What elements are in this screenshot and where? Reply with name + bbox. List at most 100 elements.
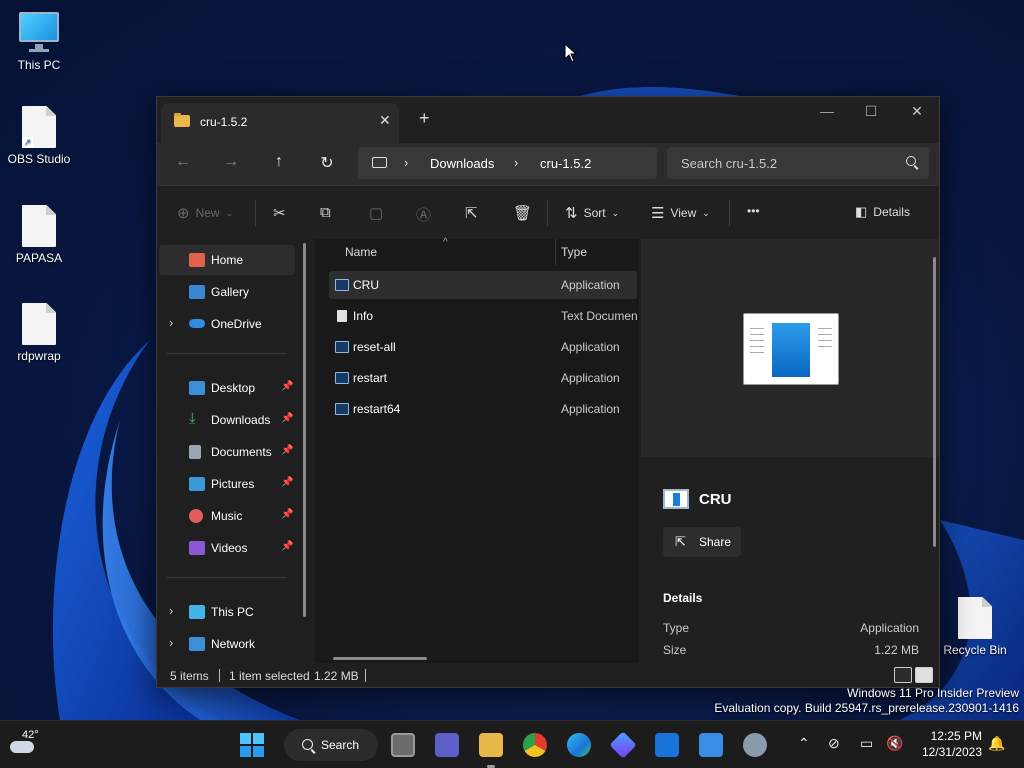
cut-button[interactable]: ✂	[273, 204, 286, 222]
desktop-icon-obs-studio[interactable]: ↗ OBS Studio	[0, 106, 79, 166]
clock-date: 12/31/2023	[921, 745, 982, 759]
share-button[interactable]: ⇱	[465, 204, 478, 222]
horizontal-scrollbar[interactable]	[333, 657, 427, 660]
sidebar-item-home[interactable]: Home	[159, 245, 295, 275]
file-list: ^ Name Type CRU Application Info Text Do…	[315, 237, 639, 663]
up-button[interactable]: ↑	[267, 153, 291, 171]
breadcrumb-downloads[interactable]: Downloads	[430, 156, 494, 171]
sidebar-item-onedrive[interactable]: › OneDrive	[159, 309, 295, 339]
nav-pane-scrollbar[interactable]	[303, 243, 306, 617]
monitor-icon	[17, 10, 61, 54]
back-button[interactable]: ←	[171, 153, 195, 171]
file-icon	[22, 303, 56, 345]
refresh-button[interactable]: ↻	[315, 153, 339, 173]
file-row-restart64[interactable]: restart64 Application	[329, 395, 637, 423]
show-hidden-icons-chevron-up-icon[interactable]: ⌃	[798, 735, 810, 752]
sidebar-item-documents[interactable]: Documents 📌	[159, 437, 295, 467]
chevron-down-icon: ⌄	[225, 207, 234, 218]
status-bar: 5 items 1 item selected 1.22 MB	[157, 663, 939, 687]
file-explorer-taskbar-icon[interactable]	[479, 733, 503, 757]
app-icon	[335, 372, 349, 384]
taskbar-search-button[interactable]: Search	[284, 729, 378, 761]
desktop-icon-label: OBS Studio	[7, 152, 71, 166]
sidebar-item-pictures[interactable]: Pictures 📌	[159, 469, 295, 499]
sort-button[interactable]: ⇅ Sort ⌄	[565, 204, 619, 222]
selection-size: 1.22 MB	[314, 669, 359, 683]
sidebar-item-this-pc[interactable]: › This PC	[159, 597, 295, 627]
sidebar-item-downloads[interactable]: ⤓ Downloads 📌	[159, 405, 295, 435]
paste-button[interactable]: ▢	[369, 204, 383, 222]
start-button[interactable]	[240, 733, 264, 757]
sidebar-item-network[interactable]: › Network	[159, 629, 295, 659]
sidebar-item-videos[interactable]: Videos 📌	[159, 533, 295, 563]
tab-cru[interactable]: cru-1.5.2 ✕	[161, 103, 399, 143]
task-view-icon[interactable]	[391, 733, 415, 757]
copy-button[interactable]: ⧉	[320, 204, 331, 221]
pin-icon: 📌	[281, 445, 294, 456]
clipboard-icon: ▢	[369, 205, 384, 222]
close-tab-button[interactable]: ✕	[379, 112, 391, 129]
settings-gear-icon[interactable]	[743, 733, 767, 757]
breadcrumb-cru[interactable]: cru-1.5.2	[540, 156, 591, 171]
rename-button[interactable]: Ⓐ	[416, 204, 431, 225]
address-bar[interactable]: › Downloads › cru-1.5.2	[358, 147, 657, 179]
pin-icon: 📌	[281, 477, 294, 488]
details-view-button[interactable]	[894, 667, 912, 683]
file-row-restart[interactable]: restart Application	[329, 364, 637, 392]
microsoft-store-icon[interactable]	[699, 733, 723, 757]
column-header-name[interactable]: Name	[345, 245, 377, 259]
details-title: CRU	[663, 489, 732, 509]
notification-bell-icon[interactable]: 🔔	[988, 735, 1005, 752]
search-placeholder: Search cru-1.5.2	[681, 156, 778, 171]
sidebar-item-music[interactable]: Music 📌	[159, 501, 295, 531]
maximize-button[interactable]: ☐	[851, 103, 891, 120]
chevron-right-icon: ›	[514, 155, 519, 170]
volume-muted-icon[interactable]: 🔇	[886, 735, 903, 752]
share-icon: ⇱	[465, 205, 478, 222]
file-row-info[interactable]: Info Text Documen	[329, 302, 638, 330]
view-list-icon: ☰	[651, 205, 665, 222]
search-label: Search	[321, 738, 360, 752]
close-window-button[interactable]: ✕	[897, 103, 937, 120]
forward-button[interactable]: →	[219, 153, 243, 171]
file-row-reset-all[interactable]: reset-all Application	[329, 333, 637, 361]
chevron-down-icon: ⌄	[611, 207, 620, 218]
taskbar: 42° Search ⌃ ⊘ ▭ 🔇 12:25 PM 12/31/2023 🔔	[0, 720, 1024, 768]
desktop-icon-this-pc[interactable]: This PC	[0, 10, 79, 72]
file-row-cru[interactable]: CRU Application	[329, 271, 637, 299]
details-pane-button[interactable]: ◧ Details	[855, 204, 910, 220]
file-name: Info	[353, 309, 374, 323]
clock-time: 12:25 PM	[930, 729, 982, 743]
minimize-button[interactable]: —	[807, 103, 847, 119]
copilot-icon[interactable]	[609, 731, 637, 759]
new-tab-button[interactable]: +	[419, 109, 430, 127]
system-clock[interactable]: 12:25 PM 12/31/2023	[902, 729, 982, 759]
chrome-icon[interactable]	[523, 733, 547, 757]
view-button[interactable]: ☰ View ⌄	[651, 204, 710, 222]
teams-icon[interactable]	[435, 733, 459, 757]
edge-icon[interactable]	[567, 733, 591, 757]
sidebar-item-label: Pictures	[211, 477, 255, 491]
plus-circle-icon: ⊕	[177, 205, 190, 222]
desktop-icon	[189, 381, 205, 395]
sidebar-item-desktop[interactable]: Desktop 📌	[159, 373, 295, 403]
desktop-icon-rdpwrap[interactable]: rdpwrap	[0, 303, 79, 363]
search-box[interactable]: Search cru-1.5.2	[667, 147, 929, 179]
more-options-button[interactable]: •••	[747, 204, 760, 218]
details-pane-icon: ◧	[855, 204, 868, 219]
column-header-type[interactable]: Type	[561, 245, 587, 259]
desktop-icon-recycle-bin[interactable]: Recycle Bin	[935, 597, 1015, 657]
mail-icon[interactable]	[655, 733, 679, 757]
delete-button[interactable]: 🗑	[513, 204, 532, 222]
download-icon: ⤓	[189, 410, 196, 427]
details-scrollbar[interactable]	[933, 257, 936, 547]
display-icon[interactable]: ▭	[860, 735, 873, 752]
new-button[interactable]: ⊕ New ⌄	[177, 204, 233, 222]
column-separator[interactable]	[555, 239, 556, 265]
sidebar-item-gallery[interactable]: Gallery	[159, 277, 295, 307]
tiles-view-button[interactable]	[915, 667, 933, 683]
desktop-icon-papasa[interactable]: PAPASA	[0, 205, 79, 265]
network-disconnected-icon[interactable]: ⊘	[828, 735, 840, 752]
file-type: Text Documen	[561, 309, 638, 323]
details-share-button[interactable]: ⇱ Share	[663, 527, 741, 557]
